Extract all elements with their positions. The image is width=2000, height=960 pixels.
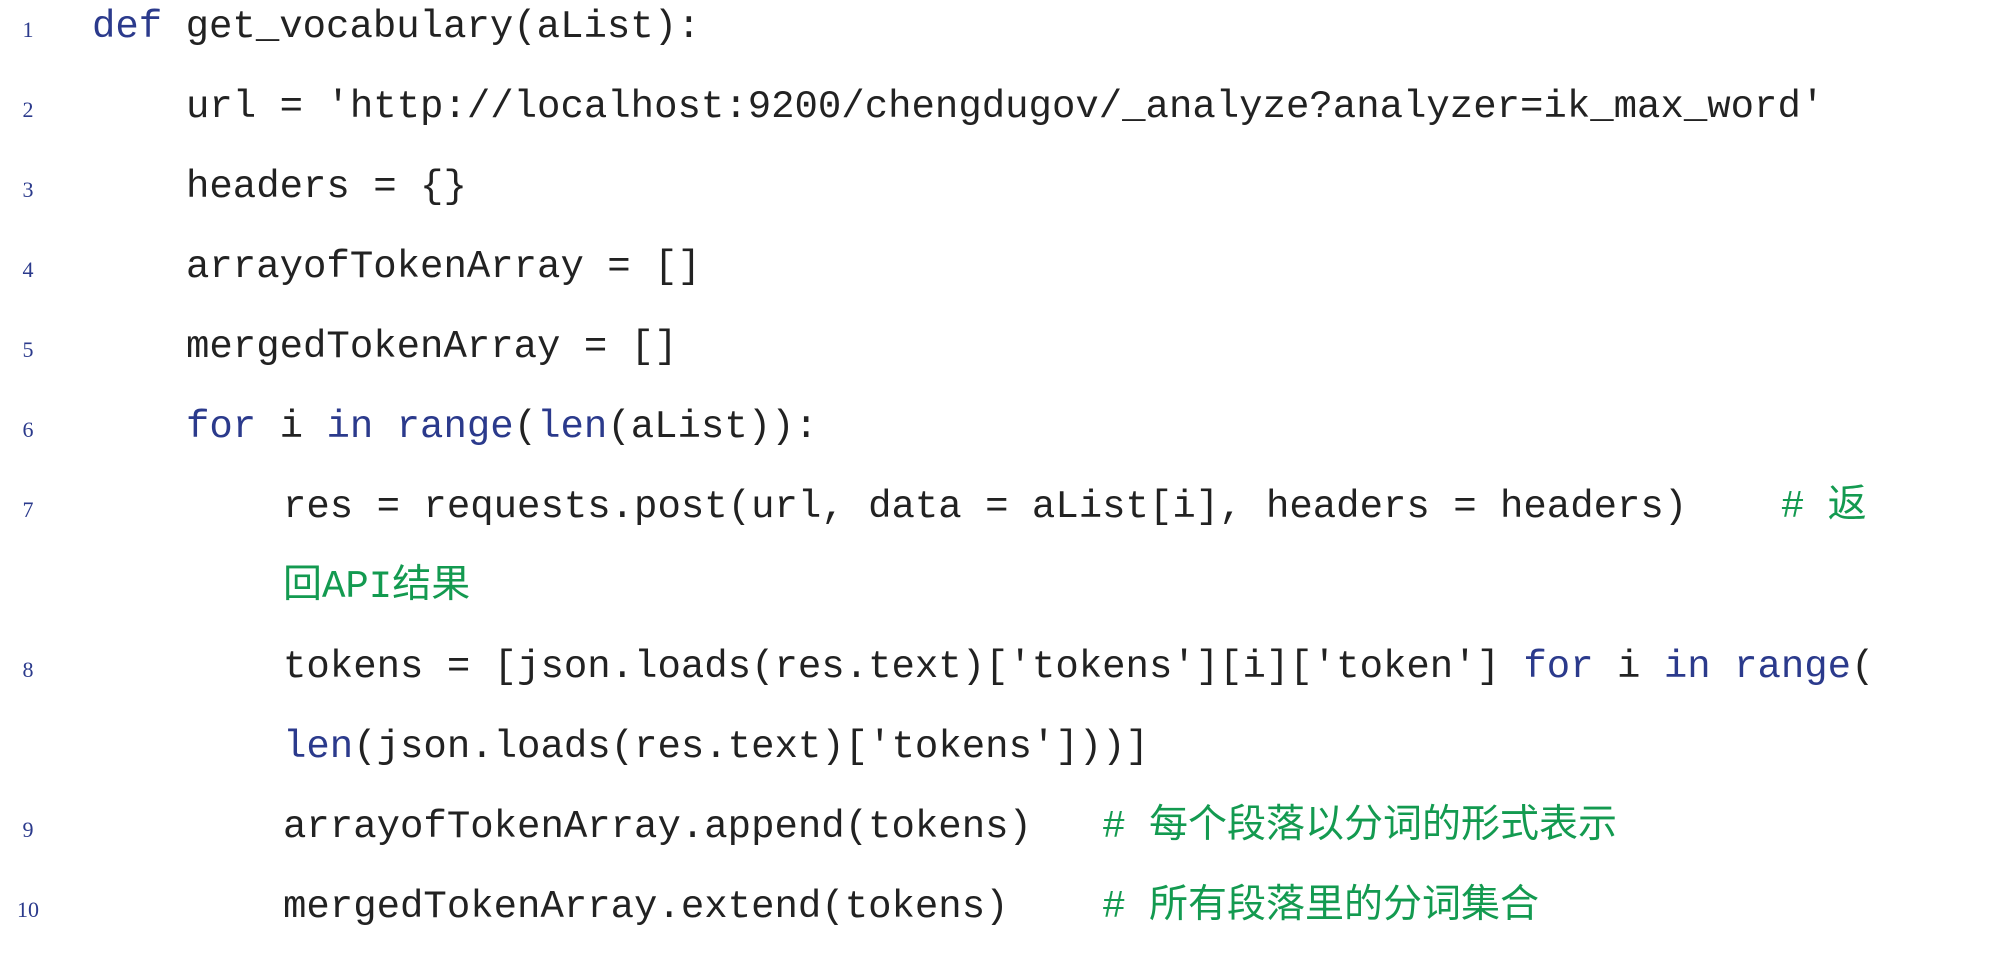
code-token: ( [513, 405, 538, 449]
code-token: ( [1851, 645, 1875, 689]
code-token: mergedTokenArray = [] [186, 325, 678, 369]
code-line: 9 arrayofTokenArray.append(tokens) # 每个段落… [0, 800, 2000, 880]
code-text: 回API结果 [283, 560, 470, 614]
line-number: 6 [22, 417, 34, 442]
code-line: 1 def get_vocabulary(aList): [0, 0, 2000, 80]
code-line: 2 url = 'http://localhost:9200/chengdugov… [0, 80, 2000, 160]
code-token: (json.loads(res.text)['tokens']))] [353, 725, 1149, 769]
line-number: 7 [22, 497, 34, 522]
code-token: (aList)): [607, 405, 818, 449]
comment-token: 回API结果 [283, 565, 471, 609]
code-line: 3 headers = {} [0, 160, 2000, 240]
keyword-token: in [1663, 645, 1711, 689]
code-token: res = requests.post(url, data = aList[i]… [283, 485, 1688, 529]
code-text: mergedTokenArray = [] [186, 320, 677, 374]
line-number: 4 [22, 257, 34, 282]
code-text: def get_vocabulary(aList): [92, 0, 701, 54]
code-token: i [256, 405, 327, 449]
code-line: 5 mergedTokenArray = [] [0, 320, 2000, 400]
line-number: 8 [22, 657, 34, 682]
keyword-token: in [326, 405, 374, 449]
code-text: arrayofTokenArray = [] [186, 240, 701, 294]
code-token: tokens = [json.loads(res.text)['tokens']… [283, 645, 1524, 689]
code-line: 6 for i in range(len(aList)): [0, 400, 2000, 480]
keyword-token: def [92, 5, 163, 49]
line-number: 9 [22, 817, 34, 842]
code-token: url = 'http://localhost:9200/chengdugov/… [186, 85, 1825, 129]
code-text: tokens = [json.loads(res.text)['tokens']… [283, 640, 1875, 694]
code-line: 回API结果 [0, 560, 2000, 640]
code-line: len(json.loads(res.text)['tokens']))] [0, 720, 2000, 800]
code-text: mergedTokenArray.extend(tokens) # 所有段落里的… [283, 880, 1539, 934]
code-text: res = requests.post(url, data = aList[i]… [283, 480, 1867, 534]
code-token: mergedTokenArray.extend(tokens) [283, 885, 1009, 929]
comment-token: # 所有段落里的分词集合 [1008, 885, 1539, 929]
code-token: arrayofTokenArray.append(tokens) [283, 805, 1032, 849]
code-line: 8 tokens = [json.loads(res.text)['tokens'… [0, 640, 2000, 720]
line-number: 5 [22, 337, 34, 362]
code-text: url = 'http://localhost:9200/chengdugov/… [186, 80, 1824, 134]
code-token: arrayofTokenArray = [] [186, 245, 701, 289]
code-line: 10 mergedTokenArray.extend(tokens) # 所有段落… [0, 880, 2000, 960]
code-text: for i in range(len(aList)): [186, 400, 818, 454]
keyword-token: for [186, 405, 257, 449]
keyword-token: len [537, 405, 608, 449]
keyword-token: for [1523, 645, 1594, 689]
comment-token: # 每个段落以分词的形式表示 [1031, 805, 1617, 849]
comment-token: # 返 [1687, 485, 1867, 529]
code-listing: 1 def get_vocabulary(aList): 2 url = 'http:… [0, 0, 2000, 933]
code-text: headers = {} [186, 160, 467, 214]
code-token: headers = {} [186, 165, 467, 209]
code-text: len(json.loads(res.text)['tokens']))] [283, 720, 1149, 774]
line-number: 10 [17, 897, 39, 922]
line-number: 1 [22, 17, 34, 42]
line-number: 3 [22, 177, 34, 202]
code-token: i [1593, 645, 1664, 689]
line-number: 2 [22, 97, 34, 122]
keyword-token: len [283, 725, 354, 769]
code-line: 7 res = requests.post(url, data = aList[i… [0, 480, 2000, 560]
code-text: arrayofTokenArray.append(tokens) # 每个段落以… [283, 800, 1617, 854]
code-line: 4 arrayofTokenArray = [] [0, 240, 2000, 320]
keyword-token: range [396, 405, 514, 449]
code-token: get_vocabulary(aList): [162, 5, 701, 49]
keyword-token: range [1734, 645, 1852, 689]
